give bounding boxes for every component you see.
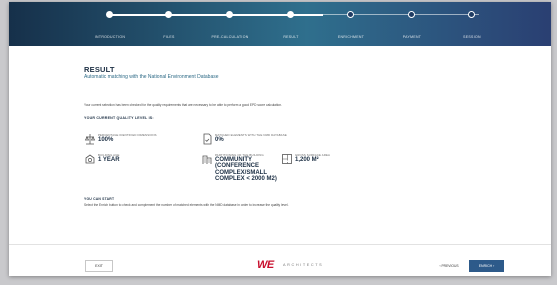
previous-label: PREVIOUS xyxy=(441,264,459,268)
start-text: Select the Enrich button to check and co… xyxy=(84,203,289,207)
intro-text: Your current selection has been checked … xyxy=(84,103,282,107)
enrich-label: ENRICH xyxy=(478,264,493,268)
scale-icon xyxy=(84,133,96,145)
metric-value: 100% xyxy=(98,137,114,143)
step-label: Files xyxy=(163,35,175,39)
quality-heading: YOUR CURRENT QUALITY LEVEL IS: xyxy=(84,116,154,120)
step-dot xyxy=(106,11,113,18)
step-dot xyxy=(347,11,354,18)
start-heading: YOU CAN START xyxy=(84,197,115,201)
metric-value: 1 YEAR xyxy=(98,157,120,163)
step-dot xyxy=(287,11,294,18)
previous-button[interactable]: ‹ PREVIOUS xyxy=(431,261,467,272)
app-window: Introduction Files Pre-calculation Resul… xyxy=(9,2,551,276)
step-dot xyxy=(226,11,233,18)
exit-button[interactable]: EXIT xyxy=(85,260,113,272)
step-enrichment[interactable]: Enrichment xyxy=(316,2,386,46)
step-dot xyxy=(468,11,475,18)
footer-divider xyxy=(9,244,551,245)
step-label: Pre-calculation xyxy=(211,35,249,39)
chevron-right-icon: › xyxy=(492,264,495,268)
enrich-button[interactable]: ENRICH › xyxy=(469,260,504,272)
step-pre-calculation[interactable]: Pre-calculation xyxy=(195,2,265,46)
brand-logo-mark: WE xyxy=(257,259,274,271)
page-subtitle: Automatic matching with the National Env… xyxy=(84,74,219,80)
step-session[interactable]: Session xyxy=(437,2,507,46)
step-label: Enrichment xyxy=(337,35,365,39)
document-check-icon xyxy=(201,133,213,145)
page-title: RESULT xyxy=(84,65,115,74)
step-files[interactable]: Files xyxy=(134,2,204,46)
metric-value: COMMUNITY (CONFERENCE COMPLEX/SMALL COMP… xyxy=(215,157,277,182)
step-dot xyxy=(408,11,415,18)
building-icon xyxy=(201,153,213,165)
brand-logo: WE ARCHITECTS xyxy=(257,258,337,272)
metric-label: MATCHED ELEMENTS WITH THE NMD DATABASE xyxy=(215,133,287,137)
step-dot xyxy=(165,11,172,18)
floor-plan-icon xyxy=(281,153,293,165)
metric-value: 1,200 M² xyxy=(295,157,319,163)
progress-stepper: Introduction Files Pre-calculation Resul… xyxy=(9,2,551,46)
metric-value: 0% xyxy=(215,137,224,143)
brand-logo-text: ARCHITECTS xyxy=(283,263,324,267)
step-label: Session xyxy=(463,35,481,39)
building-age-icon xyxy=(84,153,96,165)
